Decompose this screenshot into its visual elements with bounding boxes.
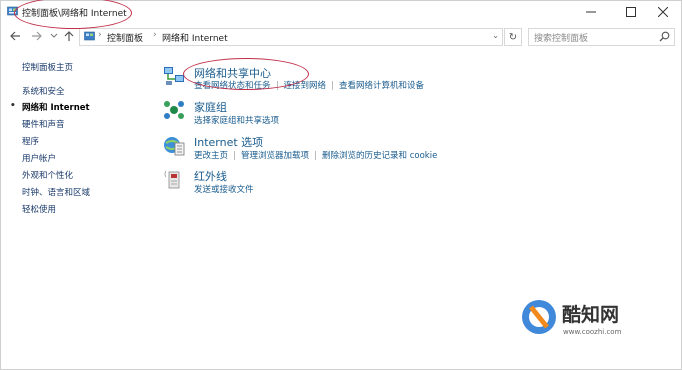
back-arrow-icon xyxy=(9,31,20,41)
search-box[interactable]: 搜索控制面板 xyxy=(528,28,675,46)
delete-history-link[interactable]: 删除浏览的历史记录和 cookie xyxy=(322,151,437,161)
maximize-icon xyxy=(626,7,636,17)
forward-arrow-icon xyxy=(31,31,42,41)
internet-options-title[interactable]: Internet 选项 xyxy=(194,134,263,150)
infrared-icon xyxy=(164,170,180,189)
chevron-down-icon xyxy=(50,33,58,38)
up-button[interactable] xyxy=(61,28,77,44)
control-panel-window: 控制面板\网络和 Internet › 控制面板 › 网络和 Internet … xyxy=(0,0,682,370)
watermark-url: www.coozhi.com xyxy=(563,328,622,336)
up-arrow-icon xyxy=(64,30,74,41)
manage-addons-link[interactable]: 管理浏览器加载项 xyxy=(241,151,309,161)
close-button[interactable] xyxy=(643,1,682,23)
sidebar-item-system-security[interactable]: 系统和安全 xyxy=(22,85,65,97)
active-bullet-icon: • xyxy=(10,101,16,111)
link-divider xyxy=(234,151,236,160)
control-panel-icon xyxy=(84,31,95,41)
sidebar-item-user-accounts[interactable]: 用户帐户 xyxy=(22,152,56,164)
link-divider xyxy=(332,81,334,90)
change-homepage-link[interactable]: 更改主页 xyxy=(194,151,228,161)
sidebar-item-network-internet[interactable]: • 网络和 Internet xyxy=(10,101,90,113)
network-sharing-icon xyxy=(164,67,184,85)
sidebar-item-hardware-sound[interactable]: 硬件和声音 xyxy=(22,118,65,130)
breadcrumb-network-internet[interactable]: 网络和 Internet xyxy=(162,31,228,44)
infrared-title[interactable]: 红外线 xyxy=(194,168,227,184)
sidebar-item-programs[interactable]: 程序 xyxy=(22,135,39,147)
internet-options-links: 更改主页 管理浏览器加载项 删除浏览的历史记录和 cookie xyxy=(194,149,437,161)
search-icon[interactable] xyxy=(659,31,670,42)
sidebar-item-ease-of-access[interactable]: 轻松使用 xyxy=(22,203,56,215)
coozhi-watermark: 酷知网 www.coozhi.com xyxy=(522,300,622,336)
back-button[interactable] xyxy=(7,28,23,44)
address-dropdown-icon[interactable]: ⌄ xyxy=(492,31,499,40)
search-input[interactable]: 搜索控制面板 xyxy=(534,31,588,44)
infrared-links: 发送或接收文件 xyxy=(194,183,254,195)
breadcrumb-control-panel[interactable]: 控制面板 xyxy=(107,31,143,44)
watermark-name: 酷知网 xyxy=(562,303,619,326)
annotation-ellipse-network-sharing xyxy=(183,58,309,90)
breadcrumb-separator-icon: › xyxy=(153,30,157,40)
sidebar-item-clock-language-region[interactable]: 时钟、语言和区域 xyxy=(22,186,90,198)
homegroup-icon xyxy=(164,101,184,119)
link-divider xyxy=(315,151,317,160)
minimize-icon xyxy=(586,11,596,13)
refresh-icon: ↻ xyxy=(508,31,518,43)
view-network-computers-link[interactable]: 查看网络计算机和设备 xyxy=(339,81,424,91)
address-bar[interactable]: › 控制面板 › 网络和 Internet ⌄ xyxy=(79,28,503,46)
homegroup-title[interactable]: 家庭组 xyxy=(194,99,227,115)
minimize-button[interactable] xyxy=(571,1,611,23)
forward-button[interactable] xyxy=(28,28,44,44)
homegroup-links: 选择家庭组和共享选项 xyxy=(194,114,279,126)
choose-homegroup-options-link[interactable]: 选择家庭组和共享选项 xyxy=(194,116,279,126)
internet-options-icon xyxy=(164,137,185,156)
sidebar-item-appearance[interactable]: 外观和个性化 xyxy=(22,169,73,181)
recent-locations-button[interactable] xyxy=(46,28,62,44)
breadcrumb-separator-icon: › xyxy=(98,30,102,40)
close-icon xyxy=(658,7,668,17)
sidebar-item-label: 网络和 Internet xyxy=(22,103,90,113)
navigation-bar: › 控制面板 › 网络和 Internet ⌄ ↻ 搜索控制面板 xyxy=(1,24,681,48)
refresh-button[interactable]: ↻ xyxy=(504,28,522,46)
sidebar-item-control-panel-home[interactable]: 控制面板主页 xyxy=(22,61,73,73)
send-receive-files-link[interactable]: 发送或接收文件 xyxy=(194,185,254,195)
